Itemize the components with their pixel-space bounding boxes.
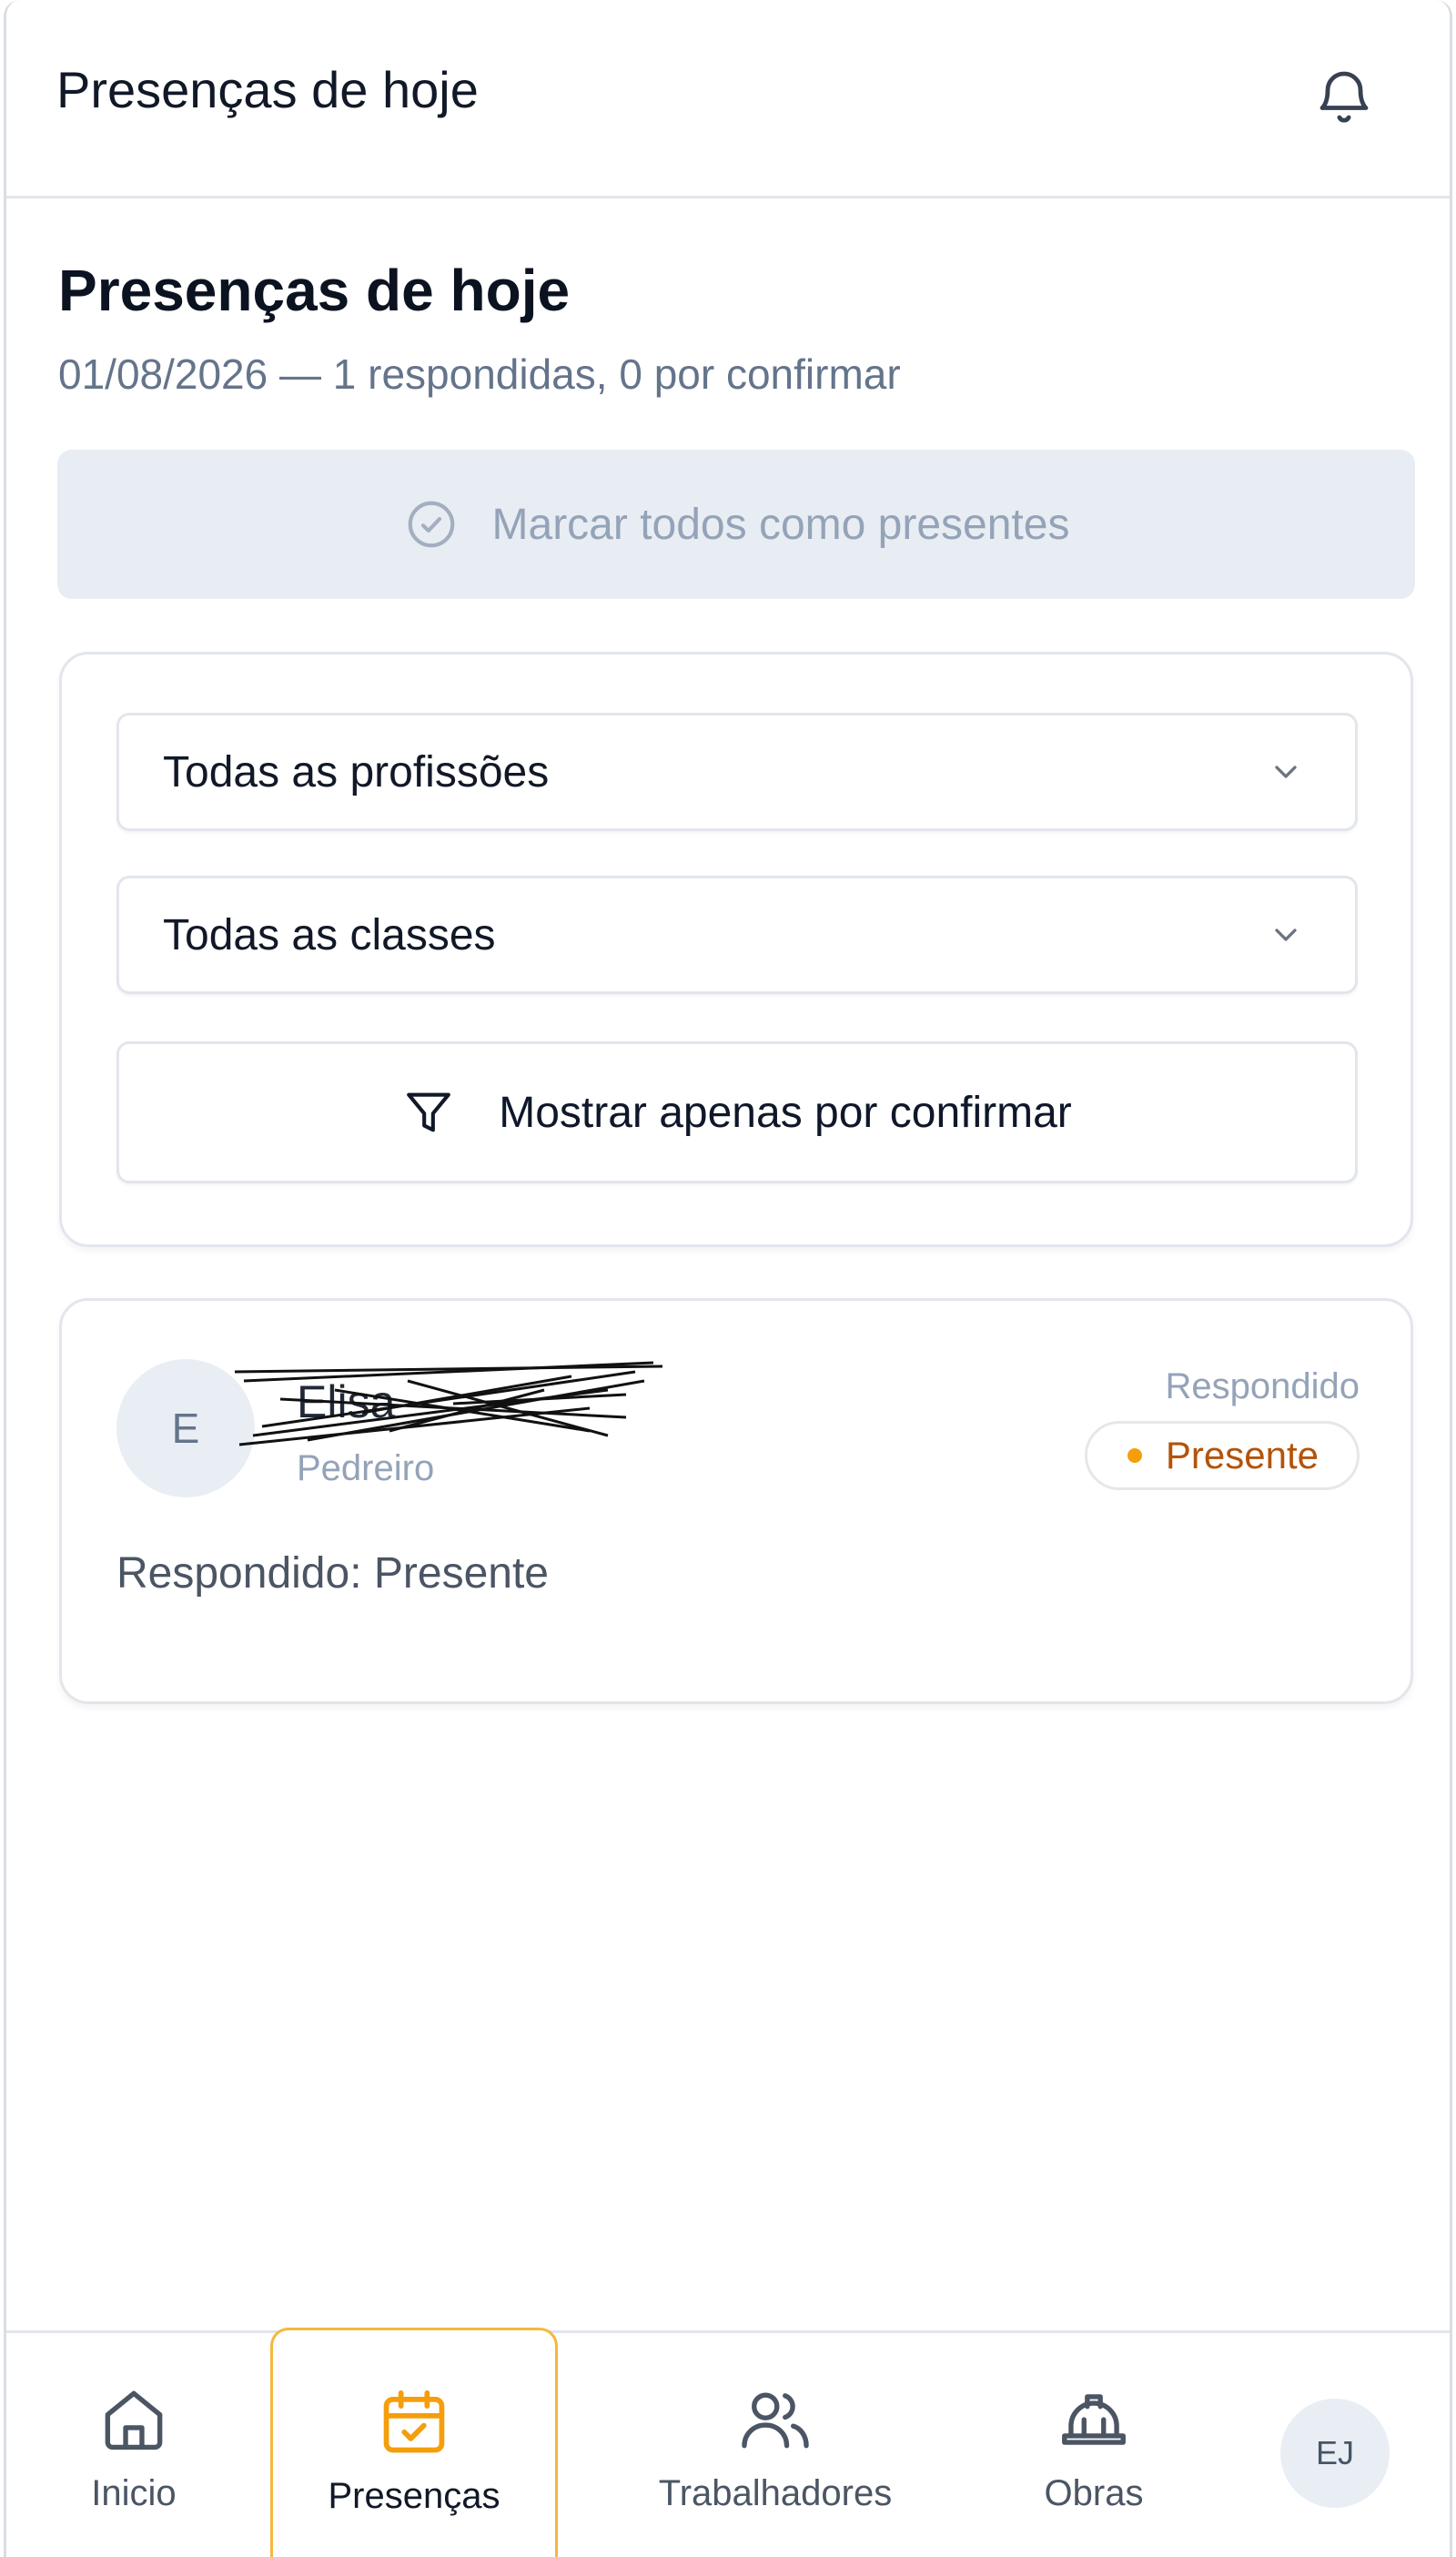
chevron-down-icon xyxy=(1275,928,1297,941)
page-title: Presenças de hoje xyxy=(58,258,571,323)
worker-card[interactable]: E Elisa Pedreiro Respondido Presente Res… xyxy=(59,1298,1413,1704)
app-frame: Presenças de hoje Presenças de hoje 01/0… xyxy=(4,0,1452,2557)
user-avatar[interactable]: EJ xyxy=(1280,2399,1390,2508)
mark-all-present-label: Marcar todos como presentes xyxy=(491,500,1070,549)
show-only-pending-button[interactable]: Mostrar apenas por confirmar xyxy=(116,1041,1358,1183)
nav-label-obras: Obras xyxy=(1044,2473,1144,2513)
check-circle-icon xyxy=(408,501,454,548)
class-select-value: Todas as classes xyxy=(163,910,496,959)
mark-all-present-button[interactable]: Marcar todos como presentes xyxy=(57,450,1415,599)
nav-label-trabalhadores: Trabalhadores xyxy=(658,2473,893,2513)
answer-summary: Respondido: Presente xyxy=(116,1549,549,1598)
nav-item-trabalhadores[interactable]: Trabalhadores xyxy=(634,2333,916,2557)
hard-hat-icon xyxy=(1062,2394,1126,2445)
filters-card: Todas as profissões Todas as classes Mos… xyxy=(59,652,1413,1247)
redaction-scribble xyxy=(234,1361,663,1446)
nav-label-presencas: Presenças xyxy=(328,2476,500,2516)
home-icon xyxy=(105,2390,163,2450)
top-header: Presenças de hoje xyxy=(6,0,1450,198)
nav-item-obras[interactable]: Obras xyxy=(1016,2333,1171,2557)
status-dot xyxy=(1127,1448,1142,1463)
header-title: Presenças de hoje xyxy=(56,61,479,118)
calendar-check-icon xyxy=(383,2390,445,2453)
show-only-pending-label: Mostrar apenas por confirmar xyxy=(499,1088,1072,1137)
profession-select[interactable]: Todas as profissões xyxy=(116,713,1358,831)
class-select[interactable]: Todas as classes xyxy=(116,876,1358,994)
bell-icon[interactable] xyxy=(1311,66,1377,131)
answer-status-label: Respondido xyxy=(1165,1366,1360,1406)
bottom-nav: Inicio Presenças Trabalhadores Obras EJ xyxy=(6,2328,1450,2557)
nav-label-inicio: Inicio xyxy=(91,2473,177,2513)
chevron-down-icon xyxy=(1275,766,1297,778)
filter-icon xyxy=(407,1092,451,1132)
page-subtitle: 01/08/2026 — 1 respondidas, 0 por confir… xyxy=(58,350,901,398)
users-icon xyxy=(742,2392,809,2449)
profession-select-value: Todas as profissões xyxy=(163,747,550,797)
worker-role: Pedreiro xyxy=(297,1448,435,1488)
nav-item-presencas[interactable]: Presenças xyxy=(270,2328,558,2557)
nav-item-inicio[interactable]: Inicio xyxy=(61,2333,207,2557)
status-badge-label: Presente xyxy=(1165,1434,1319,1476)
status-badge: Presente xyxy=(1084,1421,1360,1490)
